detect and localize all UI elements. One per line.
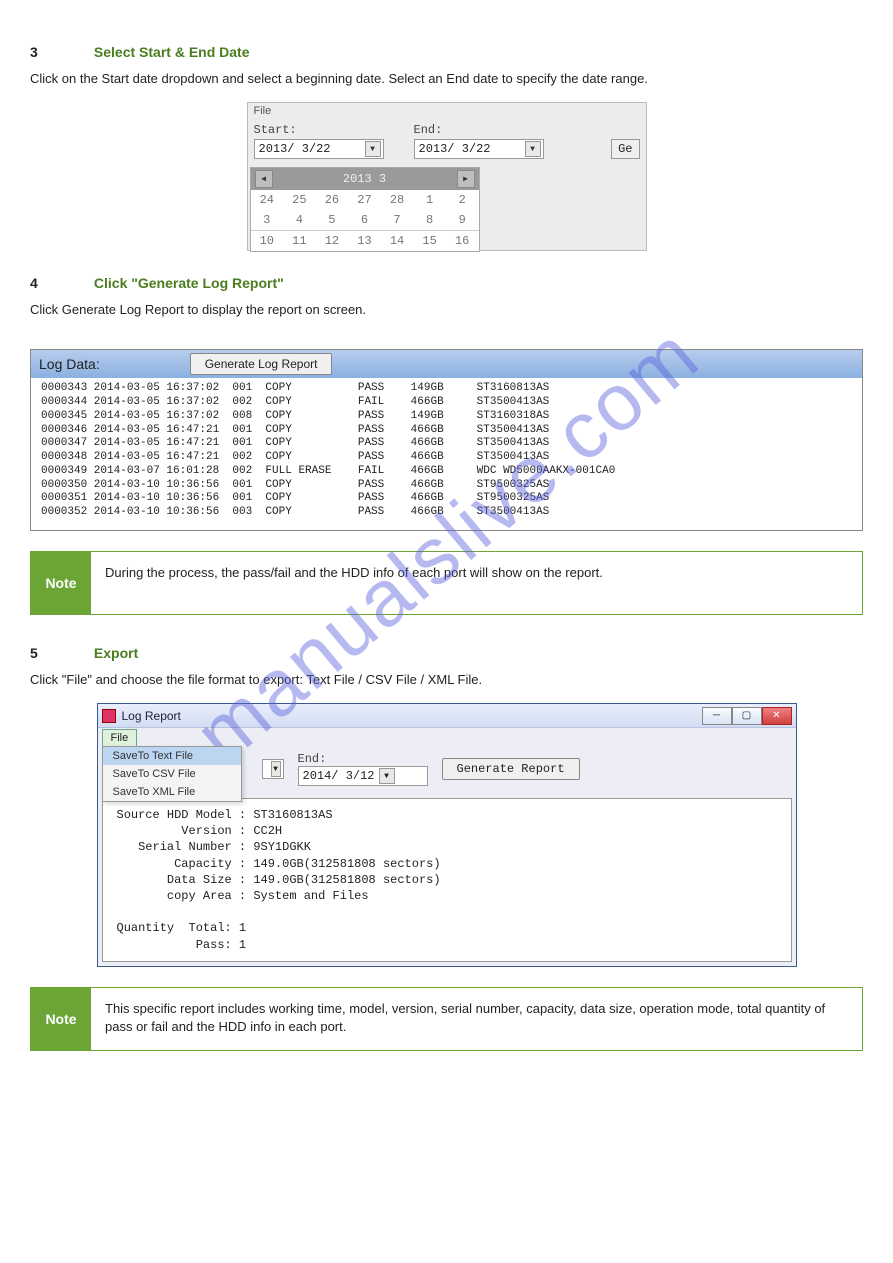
menu-item-save-text[interactable]: SaveTo Text File <box>103 747 241 765</box>
section-2-heading: 4 Click "Generate Log Report" <box>30 275 863 291</box>
file-menu[interactable]: File <box>248 103 646 119</box>
calendar-day[interactable]: 2 <box>446 190 479 210</box>
end-date-dropdown[interactable]: 2013/ 3/22 ▼ <box>414 139 544 159</box>
generate-report-button[interactable]: Generate Report <box>442 758 580 780</box>
note-content: During the process, the pass/fail and th… <box>91 552 862 614</box>
section-3-body: Click "File" and choose the file format … <box>30 671 863 689</box>
window-title: Log Report <box>122 709 181 723</box>
log-data-header: Log Data: Generate Log Report <box>31 350 862 378</box>
end-label: End: <box>414 123 544 137</box>
section-2-body: Click Generate Log Report to display the… <box>30 301 863 319</box>
start-date-dropdown[interactable]: 2013/ 3/22 ▼ <box>254 139 384 159</box>
report-text-area: Source HDD Model : ST3160813AS Version :… <box>102 798 792 962</box>
note-tab: Note <box>31 988 91 1050</box>
menu-item-save-xml[interactable]: SaveTo XML File <box>103 783 241 801</box>
start-date-block: Start: 2013/ 3/22 ▼ <box>254 123 384 159</box>
section-1-heading: 3 Select Start & End Date <box>30 44 863 60</box>
log-data-body: 0000343 2014-03-05 16:37:02 001 COPY PAS… <box>31 378 862 530</box>
start-date-value: 2013/ 3/22 <box>259 142 331 156</box>
close-button[interactable]: ✕ <box>762 707 792 725</box>
menu-bar: File <box>98 728 796 748</box>
chevron-down-icon[interactable]: ▼ <box>271 761 281 777</box>
calendar-day[interactable]: 27 <box>348 190 381 210</box>
file-menu[interactable]: File <box>102 729 138 747</box>
menu-item-save-csv[interactable]: SaveTo CSV File <box>103 765 241 783</box>
end-date-dropdown[interactable]: 2014/ 3/12 ▼ <box>298 766 428 786</box>
section-2-title: Click "Generate Log Report" <box>94 275 284 291</box>
generate-button-partial[interactable]: Ge <box>611 139 639 159</box>
calendar-day[interactable]: 28 <box>381 190 414 210</box>
end-label: End: <box>298 752 428 766</box>
maximize-button[interactable]: ▢ <box>732 707 762 725</box>
calendar-next-icon[interactable]: ▶ <box>457 170 475 188</box>
calendar-day[interactable]: 3 <box>251 210 284 231</box>
calendar-popup: ◀ 2013 3 ▶ 24 25 26 27 28 1 2 3 4 5 6 7 … <box>250 167 480 252</box>
chevron-down-icon[interactable]: ▼ <box>379 768 395 784</box>
calendar-day[interactable]: 12 <box>316 231 349 252</box>
note-box-1: Note During the process, the pass/fail a… <box>30 551 863 615</box>
control-row: ▼ End: 2014/ 3/12 ▼ Generate Report <box>248 752 796 794</box>
calendar-day[interactable]: 9 <box>446 210 479 231</box>
end-date-value: 2013/ 3/22 <box>419 142 491 156</box>
end-date-block: End: 2013/ 3/22 ▼ <box>414 123 544 159</box>
calendar-day[interactable]: 5 <box>316 210 349 231</box>
section-2-number: 4 <box>30 275 90 291</box>
chevron-down-icon[interactable]: ▼ <box>365 141 381 157</box>
file-menu-popup: SaveTo Text File SaveTo CSV File SaveTo … <box>102 746 242 802</box>
minimize-button[interactable]: ─ <box>702 707 732 725</box>
section-1-body: Click on the Start date dropdown and sel… <box>30 70 863 88</box>
section-1-number: 3 <box>30 44 90 60</box>
end-date-value: 2014/ 3/12 <box>303 769 375 783</box>
calendar-day[interactable]: 16 <box>446 231 479 252</box>
calendar-header: ◀ 2013 3 ▶ <box>251 168 479 190</box>
calendar-day[interactable]: 1 <box>413 190 446 210</box>
log-report-window: Log Report ─ ▢ ✕ File SaveTo Text File S… <box>97 703 797 967</box>
calendar-title: 2013 3 <box>277 172 453 186</box>
calendar-day[interactable]: 24 <box>251 190 284 210</box>
start-date-dropdown-collapsed[interactable]: ▼ <box>262 759 284 779</box>
note-content: This specific report includes working ti… <box>91 988 862 1050</box>
calendar-grid: 24 25 26 27 28 1 2 3 4 5 6 7 8 9 10 11 1… <box>251 190 479 251</box>
calendar-day[interactable]: 6 <box>348 210 381 231</box>
section-1-title: Select Start & End Date <box>94 44 250 60</box>
calendar-prev-icon[interactable]: ◀ <box>255 170 273 188</box>
section-3-heading: 5 Export <box>30 645 863 661</box>
calendar-day[interactable]: 15 <box>413 231 446 252</box>
calendar-day[interactable]: 4 <box>283 210 316 231</box>
start-label: Start: <box>254 123 384 137</box>
calendar-day[interactable]: 10 <box>251 231 284 252</box>
calendar-day[interactable]: 7 <box>381 210 414 231</box>
chevron-down-icon[interactable]: ▼ <box>525 141 541 157</box>
title-bar: Log Report ─ ▢ ✕ <box>98 704 796 728</box>
calendar-day[interactable]: 13 <box>348 231 381 252</box>
calendar-day[interactable]: 11 <box>283 231 316 252</box>
app-icon <box>102 709 116 723</box>
calendar-day[interactable]: 25 <box>283 190 316 210</box>
note-box-2: Note This specific report includes worki… <box>30 987 863 1051</box>
calendar-day[interactable]: 8 <box>413 210 446 231</box>
log-data-panel: Log Data: Generate Log Report 0000343 20… <box>30 349 863 531</box>
date-picker-panel: File Start: 2013/ 3/22 ▼ End: 2013/ 3/22… <box>247 102 647 251</box>
calendar-day[interactable]: 26 <box>316 190 349 210</box>
section-3-title: Export <box>94 645 138 661</box>
log-data-label: Log Data: <box>39 356 100 372</box>
generate-log-report-button[interactable]: Generate Log Report <box>190 353 333 375</box>
section-3-number: 5 <box>30 645 90 661</box>
calendar-day[interactable]: 14 <box>381 231 414 252</box>
note-tab: Note <box>31 552 91 614</box>
